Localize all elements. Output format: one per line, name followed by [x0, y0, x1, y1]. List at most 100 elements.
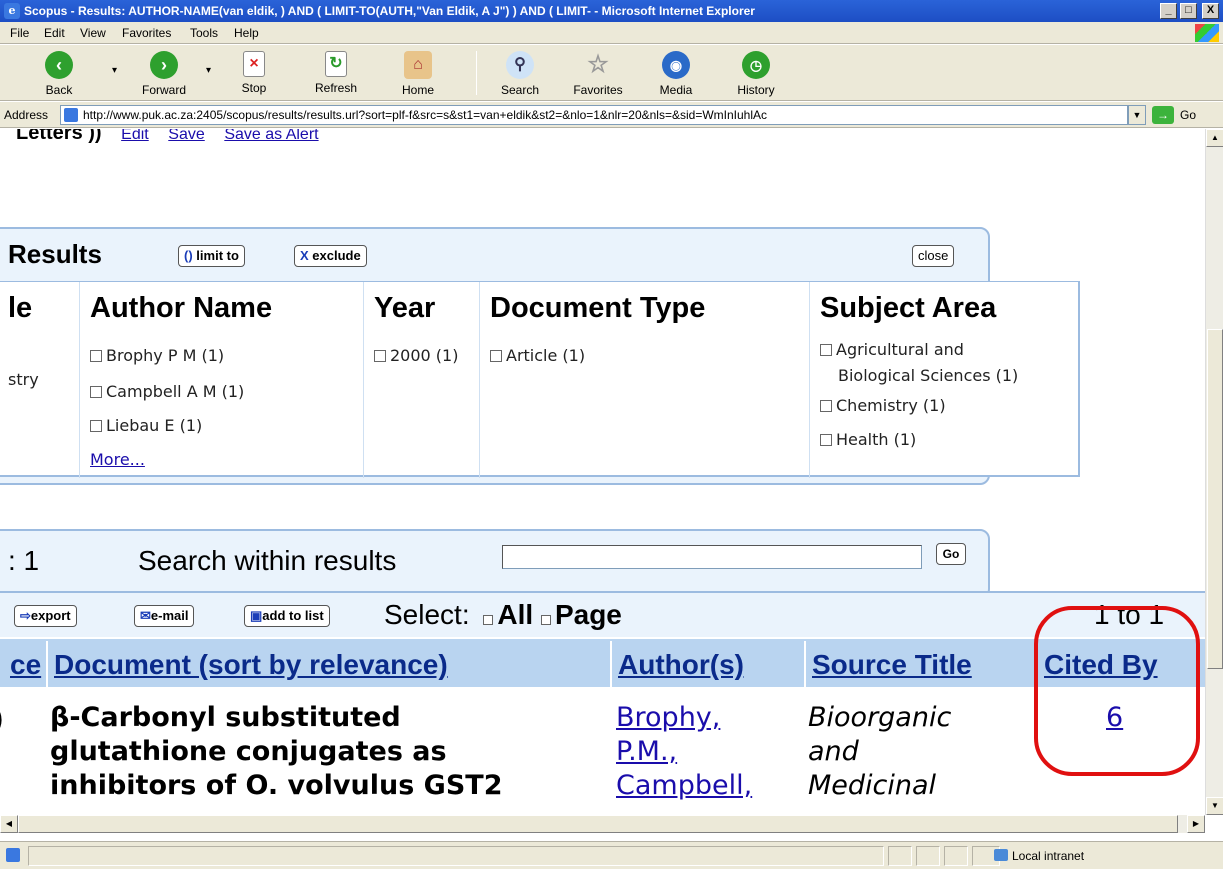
- vertical-scroll-thumb[interactable]: [1207, 329, 1223, 669]
- address-dropdown-icon[interactable]: ▼: [1128, 105, 1146, 125]
- home-icon: ⌂: [404, 51, 432, 79]
- refine-col-doctype: Document Type Article (1): [480, 282, 810, 478]
- stop-button[interactable]: × Stop: [232, 51, 276, 95]
- col-header-partial: ce: [10, 645, 46, 685]
- address-input[interactable]: http://www.puk.ac.za:2405/scopus/results…: [60, 105, 1128, 125]
- status-panel: [28, 846, 884, 866]
- history-button[interactable]: ◷ History: [728, 51, 784, 97]
- checkbox[interactable]: [374, 350, 386, 362]
- window-title: Scopus - Results: AUTHOR-NAME(van eldik,…: [24, 4, 755, 18]
- back-button[interactable]: ‹ Back: [34, 51, 84, 97]
- menu-view[interactable]: View: [80, 26, 106, 40]
- email-button[interactable]: ✉e-mail: [134, 605, 195, 627]
- year-option[interactable]: 2000 (1): [374, 346, 458, 365]
- checkbox[interactable]: [90, 386, 102, 398]
- checkbox[interactable]: [820, 344, 832, 356]
- document-title[interactable]: β-Carbonyl substituted glutathione conju…: [50, 701, 502, 803]
- email-icon: ✉: [140, 608, 151, 623]
- col-header-document[interactable]: Document (sort by relevance): [54, 645, 448, 685]
- col-header-source-title[interactable]: Source Title: [812, 645, 972, 685]
- favorites-button[interactable]: ☆ Favorites: [562, 51, 634, 97]
- search-button[interactable]: ⚲ Search: [494, 51, 546, 97]
- home-button[interactable]: ⌂ Home: [396, 51, 440, 97]
- author-line[interactable]: Campbell,: [616, 769, 752, 803]
- checkbox[interactable]: [490, 350, 502, 362]
- checkbox[interactable]: [90, 420, 102, 432]
- year-heading: Year: [374, 292, 436, 324]
- address-bar: Address http://www.puk.ac.za:2405/scopus…: [0, 102, 1223, 128]
- horizontal-scroll-thumb[interactable]: [18, 815, 1178, 833]
- horizontal-scrollbar[interactable]: ◀ ▶: [0, 815, 1205, 833]
- limit-to-label: limit to: [196, 248, 239, 263]
- menu-edit[interactable]: Edit: [44, 26, 65, 40]
- author-line[interactable]: P.M.,: [616, 735, 752, 769]
- author-line[interactable]: Brophy,: [616, 701, 752, 735]
- subject-option[interactable]: Health (1): [820, 430, 916, 449]
- toolbar-separator: [476, 51, 477, 95]
- add-to-list-button[interactable]: ▣add to list: [244, 605, 330, 627]
- results-table-header: ce Document (sort by relevance) Author(s…: [0, 637, 1205, 687]
- checkbox[interactable]: [820, 434, 832, 446]
- go-button-label[interactable]: Go: [1180, 108, 1196, 122]
- subject-option[interactable]: Agricultural and: [820, 340, 964, 359]
- document-type-heading: Document Type: [490, 292, 706, 324]
- limit-to-icon: (): [184, 248, 193, 263]
- search-within-input[interactable]: [502, 545, 922, 569]
- subject-option-label: Chemistry (1): [836, 396, 946, 415]
- favorites-label: Favorites: [573, 83, 623, 97]
- col-header-authors[interactable]: Author(s): [618, 645, 744, 685]
- close-window-button[interactable]: X: [1202, 3, 1219, 19]
- stop-icon: ×: [243, 51, 265, 77]
- edit-query-link[interactable]: Edit: [121, 129, 149, 143]
- forward-button[interactable]: › Forward: [134, 51, 194, 97]
- scroll-left-icon[interactable]: ◀: [0, 815, 18, 833]
- header-divider: [610, 641, 612, 687]
- author-option[interactable]: Liebau E (1): [90, 416, 202, 435]
- go-arrow-icon[interactable]: →: [1152, 106, 1174, 124]
- checkbox[interactable]: [90, 350, 102, 362]
- authors-link[interactable]: Brophy, P.M., Campbell,: [616, 701, 752, 803]
- subject-option[interactable]: Chemistry (1): [820, 396, 946, 415]
- add-to-list-icon: ▣: [250, 608, 263, 623]
- select-page-checkbox[interactable]: [540, 615, 551, 625]
- scroll-down-icon[interactable]: ▼: [1206, 797, 1223, 815]
- author-more-link[interactable]: More...: [90, 450, 145, 469]
- export-button[interactable]: ⇨export: [14, 605, 77, 627]
- email-label: e-mail: [150, 608, 189, 623]
- menu-favorites[interactable]: Favorites: [122, 26, 171, 40]
- title-bar: e Scopus - Results: AUTHOR-NAME(van eldi…: [0, 0, 1223, 22]
- vertical-scrollbar[interactable]: ▲ ▼: [1205, 129, 1223, 815]
- forward-dropdown-icon[interactable]: ▾: [206, 65, 211, 76]
- refine-close-button[interactable]: close: [912, 245, 955, 267]
- back-dropdown-icon[interactable]: ▾: [112, 65, 117, 76]
- menu-help[interactable]: Help: [234, 26, 259, 40]
- author-name-heading: Author Name: [90, 292, 273, 324]
- save-query-link[interactable]: Save: [168, 129, 204, 143]
- checkbox[interactable]: [820, 400, 832, 412]
- search-within-go-button[interactable]: Go: [936, 543, 966, 565]
- scroll-up-icon[interactable]: ▲: [1206, 129, 1223, 147]
- maximize-button[interactable]: □: [1180, 3, 1197, 19]
- select-label: Select:: [384, 599, 470, 630]
- select-page-label: Page: [554, 599, 622, 630]
- export-icon: ⇨: [20, 608, 31, 623]
- menu-tools[interactable]: Tools: [190, 26, 218, 40]
- save-as-alert-link[interactable]: Save as Alert: [224, 129, 318, 143]
- exclude-button[interactable]: X exclude: [294, 245, 367, 267]
- menu-file[interactable]: File: [10, 26, 29, 40]
- result-count: : 1: [8, 545, 40, 576]
- author-option[interactable]: Campbell A M (1): [90, 382, 244, 401]
- header-divider: [804, 641, 806, 687]
- minimize-button[interactable]: _: [1160, 3, 1177, 19]
- scroll-right-icon[interactable]: ▶: [1187, 815, 1205, 833]
- media-button[interactable]: ◉ Media: [652, 51, 700, 97]
- limit-to-button[interactable]: () limit to: [178, 245, 245, 267]
- select-all-checkbox[interactable]: [483, 615, 494, 625]
- select-controls: Select: All Page: [384, 599, 622, 631]
- doctype-option[interactable]: Article (1): [490, 346, 585, 365]
- author-option[interactable]: Brophy P M (1): [90, 346, 224, 365]
- address-label: Address: [4, 108, 49, 122]
- source-line: and: [808, 736, 859, 767]
- refresh-button[interactable]: ↻ Refresh: [308, 51, 364, 95]
- subject-option-label: Health (1): [836, 430, 917, 449]
